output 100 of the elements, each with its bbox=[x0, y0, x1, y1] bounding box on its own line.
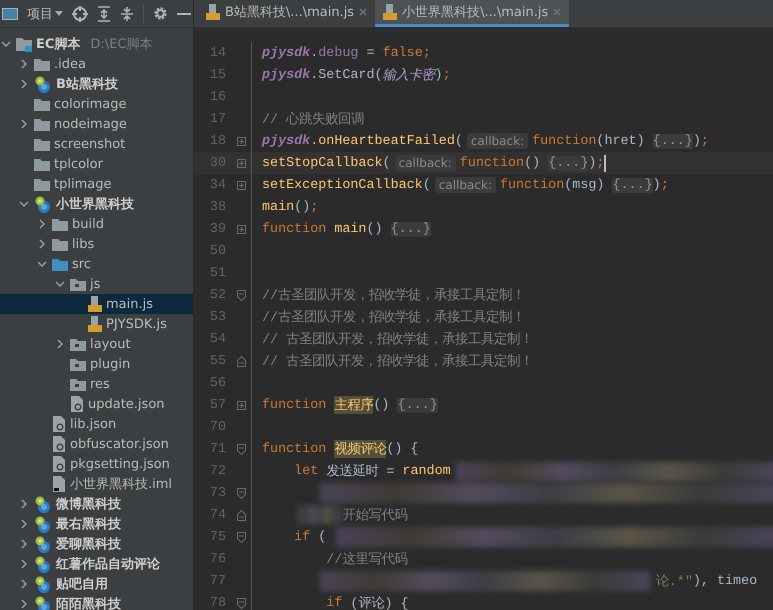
line-number: 76 bbox=[208, 552, 227, 566]
fold-end-icon[interactable] bbox=[237, 356, 246, 366]
chevron-down-icon[interactable] bbox=[1, 40, 11, 48]
item-label: 贴吧自用 bbox=[56, 576, 108, 593]
item-label: tplcolor bbox=[54, 156, 103, 172]
editor-tab[interactable]: B站黑科技\...\main.js bbox=[198, 0, 376, 27]
folded-code[interactable]: {...} bbox=[652, 134, 693, 148]
chevron-right-icon[interactable] bbox=[56, 339, 64, 349]
tree-item[interactable]: 微博黑科技 bbox=[0, 494, 193, 514]
tree-item[interactable]: tplcolor bbox=[0, 154, 193, 174]
tree-item[interactable]: 陌陌黑科技 bbox=[0, 594, 193, 610]
tree-item[interactable]: PJYSDK.js bbox=[0, 314, 193, 334]
tree-item[interactable]: B站黑科技 bbox=[0, 74, 193, 94]
js-file-icon bbox=[206, 4, 220, 20]
code-token: ( bbox=[454, 134, 463, 148]
code-token: setStopCallback bbox=[262, 156, 383, 170]
tree-item[interactable]: 最右黑科技 bbox=[0, 514, 193, 534]
tree-item[interactable]: .idea bbox=[0, 54, 193, 74]
tree-item[interactable]: colorimage bbox=[0, 94, 193, 114]
item-label: update.json bbox=[88, 396, 165, 412]
tree-item[interactable]: 贴吧自用 bbox=[0, 574, 193, 594]
tree-item[interactable]: layout bbox=[0, 334, 193, 354]
json-file-icon bbox=[52, 416, 66, 432]
crosshair-icon[interactable] bbox=[72, 6, 88, 22]
line-number: 73 bbox=[208, 486, 227, 500]
tree-item[interactable]: js bbox=[0, 274, 193, 294]
folder-icon bbox=[34, 118, 50, 130]
tree-item[interactable]: plugin bbox=[0, 354, 193, 374]
code-token: random bbox=[402, 464, 451, 478]
fold-open-icon[interactable] bbox=[237, 598, 246, 608]
js-file-icon bbox=[88, 296, 102, 312]
project-view-dropdown[interactable]: 项目 bbox=[27, 4, 63, 22]
tree-item[interactable]: main.js bbox=[0, 294, 193, 314]
tree-item[interactable]: screenshot bbox=[0, 134, 193, 154]
code-token: function bbox=[500, 178, 564, 192]
collapse-all-icon[interactable] bbox=[120, 6, 134, 22]
code-token: 发送延时 = bbox=[326, 463, 396, 480]
tree-item[interactable]: libs bbox=[0, 234, 193, 254]
package-folder-icon bbox=[70, 278, 86, 290]
tree-item[interactable]: EC脚本 D:\EC脚本 bbox=[0, 34, 193, 54]
item-label: src bbox=[72, 256, 91, 272]
folded-code[interactable]: {...} bbox=[612, 178, 653, 192]
fold-open-icon[interactable] bbox=[237, 488, 246, 498]
code-token: () bbox=[524, 156, 542, 170]
fold-plus-icon[interactable] bbox=[237, 400, 246, 410]
folded-code[interactable]: {...} bbox=[548, 156, 588, 170]
line-number: 54 bbox=[208, 332, 227, 346]
tree-item[interactable]: build bbox=[0, 214, 193, 234]
tree-item[interactable]: 爱聊黑科技 bbox=[0, 534, 193, 554]
code-token: 主程序 bbox=[334, 396, 374, 414]
module-icon bbox=[34, 596, 52, 610]
tree-item[interactable]: 小世界黑科技 bbox=[0, 194, 193, 214]
fold-open-icon[interactable] bbox=[237, 532, 246, 542]
chevron-down-icon[interactable] bbox=[19, 200, 29, 208]
editor-tab[interactable]: 小世界黑科技\...\main.js bbox=[375, 0, 570, 27]
panel-icon[interactable] bbox=[2, 6, 18, 20]
fold-plus-icon[interactable] bbox=[237, 136, 246, 146]
expand-all-icon[interactable] bbox=[97, 6, 111, 22]
fold-end-icon[interactable] bbox=[237, 510, 246, 520]
code-token: () { bbox=[386, 442, 418, 456]
tree-item[interactable]: lib.json bbox=[0, 414, 193, 434]
tree-item[interactable]: res bbox=[0, 374, 193, 394]
fold-plus-icon[interactable] bbox=[237, 158, 246, 168]
project-folder-icon bbox=[16, 36, 32, 52]
tree-item[interactable]: src bbox=[0, 254, 193, 274]
item-label: 爱聊黑科技 bbox=[56, 536, 121, 553]
code-comment: 开始写代码 bbox=[342, 507, 408, 524]
chevron-right-icon[interactable] bbox=[20, 119, 28, 129]
fold-plus-icon[interactable] bbox=[237, 224, 246, 234]
folder-icon bbox=[34, 138, 50, 150]
code-token: () bbox=[294, 200, 310, 214]
fold-open-icon[interactable] bbox=[237, 444, 246, 454]
code-token: ( bbox=[422, 178, 431, 192]
close-icon[interactable] bbox=[359, 8, 368, 16]
tree-item[interactable]: tplimage bbox=[0, 174, 193, 194]
item-label: B站黑科技 bbox=[56, 76, 118, 93]
parameter-hint: callback: bbox=[394, 155, 456, 171]
fold-open-icon[interactable] bbox=[237, 290, 246, 300]
tree-item[interactable]: nodeimage bbox=[0, 114, 193, 134]
project-path: D:\EC脚本 bbox=[90, 36, 152, 53]
tree-item[interactable]: pkgsetting.json bbox=[0, 454, 193, 474]
tree-item[interactable]: 小世界黑科技.iml bbox=[0, 474, 193, 494]
tree-item[interactable]: update.json bbox=[0, 394, 193, 414]
folder-icon bbox=[34, 158, 50, 170]
line-number: 55 bbox=[208, 354, 227, 368]
chevron-down-icon[interactable] bbox=[55, 280, 65, 288]
folded-code[interactable]: {...} bbox=[390, 222, 431, 236]
line-number: 18 bbox=[208, 134, 227, 148]
item-label: 陌陌黑科技 bbox=[56, 596, 121, 610]
tree-item[interactable]: obfuscator.json bbox=[0, 434, 193, 454]
code-token: 视频评论 bbox=[334, 440, 386, 458]
tree-item[interactable]: 红薯作品自动评论 bbox=[0, 554, 193, 574]
code-token: . bbox=[310, 46, 318, 60]
fold-plus-icon[interactable] bbox=[237, 180, 246, 190]
settings-icon[interactable] bbox=[153, 6, 168, 21]
code-token: ( bbox=[382, 156, 391, 170]
chevron-down-icon[interactable] bbox=[37, 260, 47, 268]
line-number: 78 bbox=[208, 596, 227, 610]
module-icon bbox=[34, 576, 52, 592]
folded-code[interactable]: {...} bbox=[397, 398, 438, 412]
